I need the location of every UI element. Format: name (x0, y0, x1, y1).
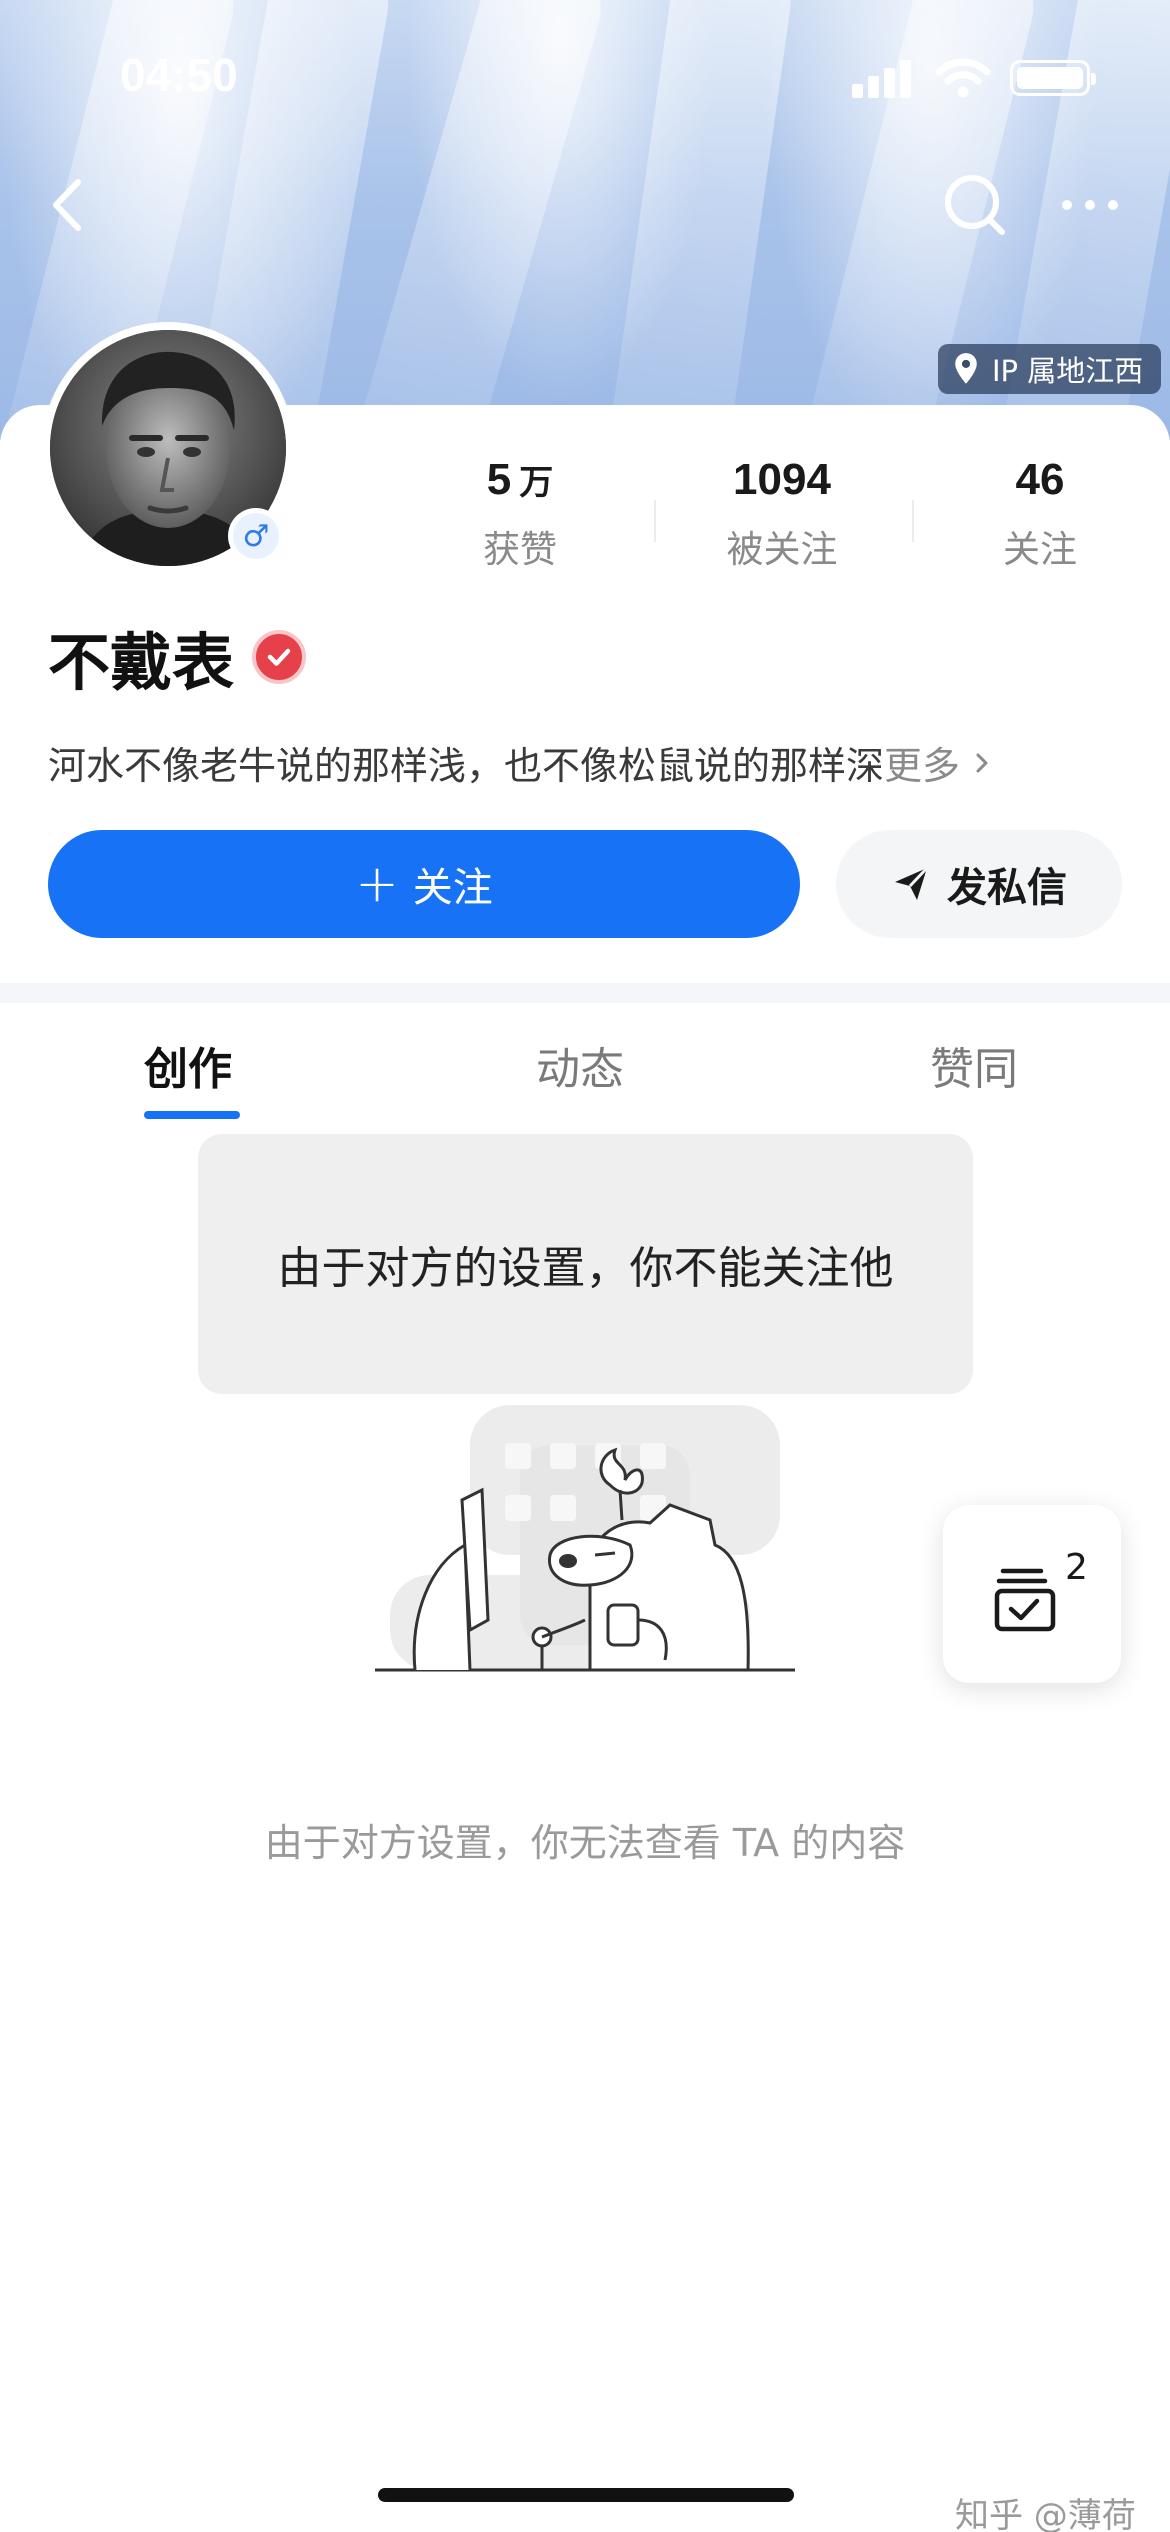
stat-likes[interactable]: 5万 获赞 (400, 455, 640, 573)
verified-badge-icon[interactable] (252, 630, 307, 684)
tab-creations[interactable]: 创作 (144, 1033, 232, 1097)
tab-upvotes[interactable]: 赞同 (930, 1033, 1018, 1097)
stat-divider (654, 500, 656, 542)
wifi-icon (935, 58, 991, 98)
stat-following-label: 关注 (1003, 528, 1077, 571)
status-bar: 04:50 (0, 0, 1170, 150)
empty-state-illustration (375, 1405, 795, 1672)
plus-icon: + (355, 854, 399, 914)
toast-message: 由于对方的设置，你不能关注他 (198, 1134, 973, 1394)
ip-location-badge: IP 属地江西 (938, 344, 1162, 394)
floating-badge-count: 2 (1065, 1547, 1088, 1588)
send-message-label: 发私信 (947, 865, 1067, 911)
stat-followers-value: 1094 (733, 455, 831, 504)
follow-button-label: 关注 (412, 865, 493, 911)
stat-following[interactable]: 46 关注 (920, 455, 1160, 573)
male-icon: ♂ (233, 513, 279, 559)
stat-likes-unit: 万 (519, 464, 554, 502)
watermark: 知乎 @薄荷 (955, 2496, 1136, 2532)
stat-divider (912, 500, 914, 542)
back-arrow-icon[interactable] (40, 170, 100, 240)
bio-more-link[interactable]: 更多 (884, 735, 994, 790)
stat-following-value: 46 (1015, 455, 1065, 504)
gender-badge: ♂ (228, 508, 284, 564)
profile-name-row: 不戴表 (48, 612, 307, 702)
paper-plane-icon (895, 866, 929, 900)
send-message-button[interactable]: 发私信 (836, 830, 1122, 938)
bio-more-label: 更多 (884, 744, 961, 788)
status-time: 04:50 (120, 49, 238, 101)
calendar-check-icon (994, 1568, 1056, 1632)
profile-bio-text: 河水不像老牛说的那样浅，也不像松鼠说的那样深 (48, 744, 885, 788)
floating-checklist-button[interactable]: 2 (943, 1505, 1121, 1683)
stat-likes-label: 获赞 (483, 528, 557, 571)
profile-bio[interactable]: 河水不像老牛说的那样浅，也不像松鼠说的那样深 更多 (48, 735, 994, 790)
section-divider (0, 983, 1170, 1003)
chevron-right-icon (976, 753, 988, 772)
tab-activity[interactable]: 动态 (536, 1033, 624, 1097)
content-tabs: 创作 动态 赞同 (0, 1003, 1170, 1123)
stat-followers-label: 被关注 (726, 528, 838, 571)
cellular-signal-icon (852, 60, 912, 98)
stat-likes-value: 5 (486, 455, 512, 504)
ip-location-text: IP 属地江西 (992, 354, 1144, 388)
search-icon[interactable] (940, 170, 1010, 240)
stat-followers[interactable]: 1094 被关注 (662, 455, 902, 573)
more-options-icon[interactable] (1055, 185, 1125, 225)
profile-name: 不戴表 (48, 626, 235, 699)
empty-state-text: 由于对方设置，你无法查看 TA 的内容 (264, 1821, 906, 1865)
home-indicator[interactable] (378, 2488, 794, 2502)
location-pin-icon (955, 353, 977, 384)
battery-icon (1010, 60, 1096, 96)
toast-text: 由于对方的设置，你不能关注他 (277, 1243, 894, 1294)
follow-button[interactable]: + 关注 (48, 830, 800, 938)
tab-active-indicator (144, 1111, 240, 1119)
profile-stats: 5万 获赞 1094 被关注 46 关注 (400, 455, 1170, 575)
